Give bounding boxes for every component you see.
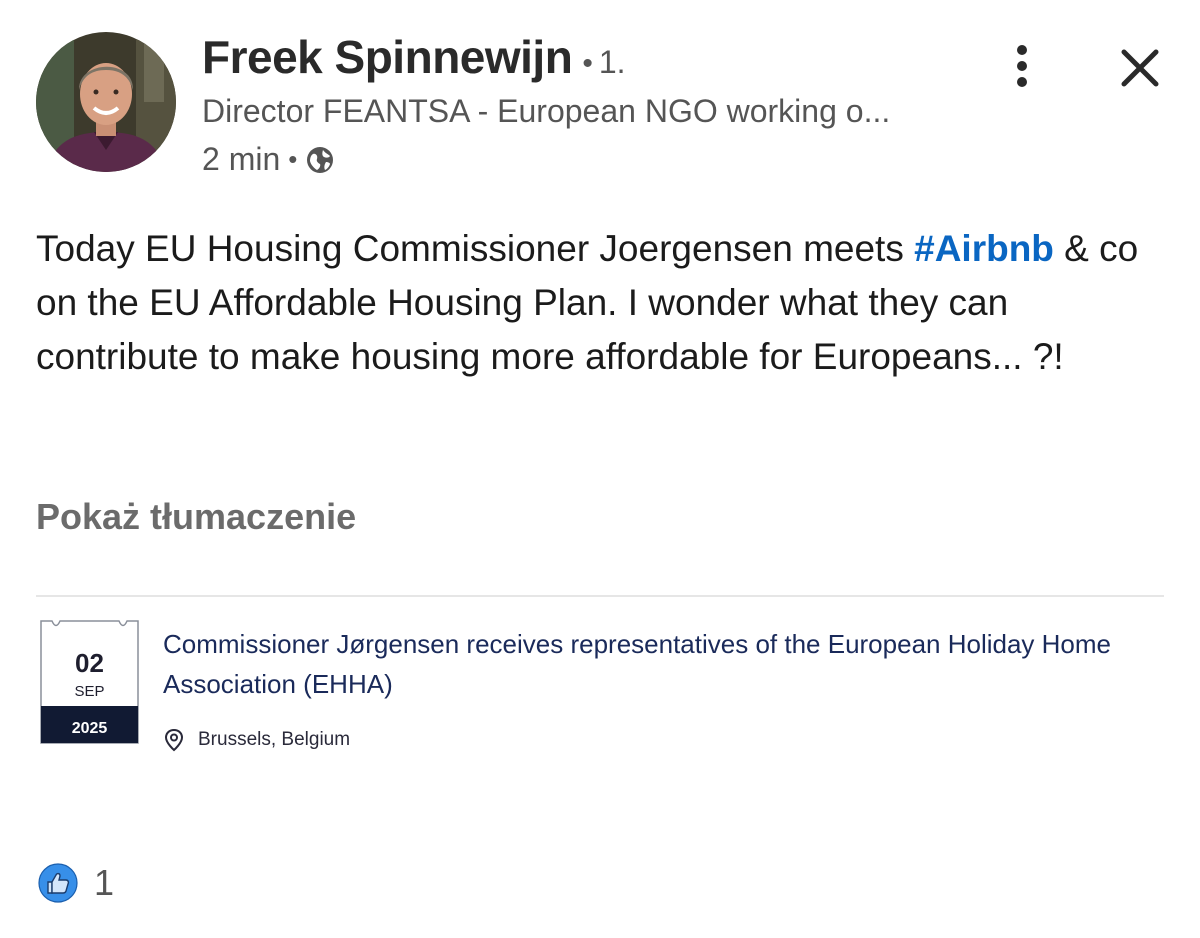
close-button[interactable]	[1116, 44, 1164, 92]
degree-separator: •	[582, 47, 593, 80]
location-pin-icon	[163, 728, 185, 752]
post-text: Today EU Housing Commissioner Joergensen…	[36, 222, 1171, 384]
close-icon	[1121, 49, 1159, 87]
event-title[interactable]: Commissioner Jørgensen receives represen…	[163, 624, 1153, 704]
event-location: Brussels, Belgium	[163, 728, 350, 752]
event-year: 2025	[71, 720, 108, 737]
event-location-text: Brussels, Belgium	[198, 729, 351, 750]
reaction-count: 1	[94, 862, 115, 903]
like-icon	[38, 863, 78, 903]
event-month: SEP	[74, 683, 105, 700]
post-meta: 2 min •	[202, 141, 335, 178]
more-vertical-icon	[1017, 45, 1027, 87]
post-text-intro: Today EU Housing Commissioner Joergensen…	[36, 228, 915, 269]
connection-degree: 1.	[598, 44, 626, 80]
author-name[interactable]: Freek Spinnewijn	[202, 30, 573, 84]
post-time: 2 min	[202, 141, 281, 177]
event-card[interactable]: 02 SEP 2025 Commissioner Jørgensen recei…	[36, 612, 1164, 772]
show-translation-link[interactable]: Pokaż tłumaczenie	[36, 496, 356, 538]
reactions-summary[interactable]: 1	[38, 862, 114, 904]
event-day: 02	[75, 648, 104, 678]
calendar-icon: 02 SEP 2025	[40, 620, 139, 744]
hashtag-link[interactable]: #Airbnb	[914, 228, 1054, 269]
globe-icon	[305, 145, 335, 175]
meta-separator: •	[288, 144, 298, 174]
avatar[interactable]	[36, 32, 176, 172]
divider	[36, 595, 1164, 597]
author-headline: Director FEANTSA - European NGO working …	[202, 93, 891, 129]
more-options-button[interactable]	[1000, 40, 1044, 92]
author-line: Freek Spinnewijn • 1.	[202, 30, 626, 90]
